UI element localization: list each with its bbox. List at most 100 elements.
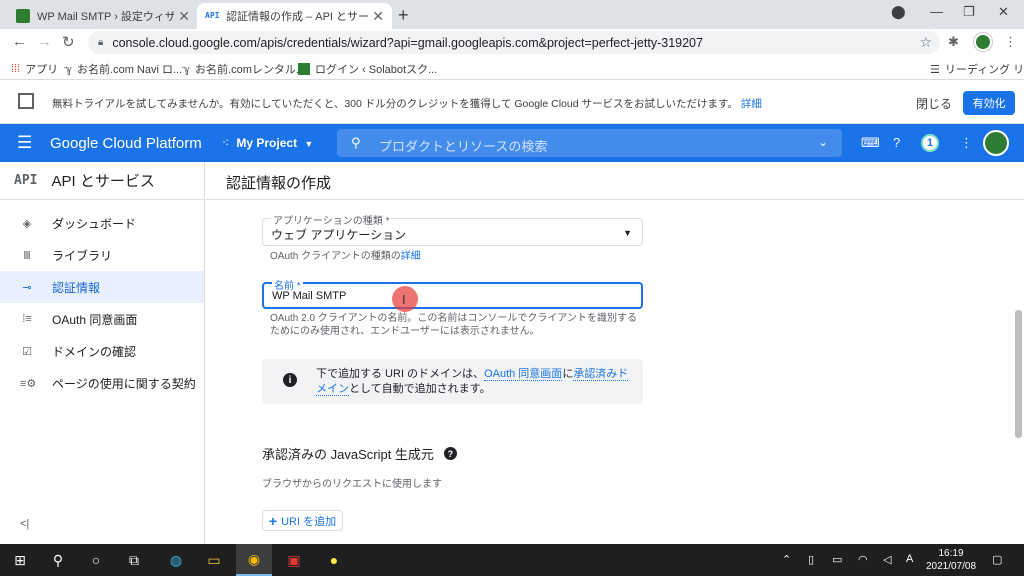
chevron-down-icon: ▼: [304, 139, 314, 149]
edge-icon[interactable]: ◍: [158, 544, 194, 576]
bookmark-onamae-navi[interactable]: ℽ お名前.com Navi ロ...: [64, 61, 182, 77]
battery-icon[interactable]: ▭: [832, 553, 842, 566]
js-origins-subtitle: ブラウザからのリクエストに使用します: [262, 479, 442, 490]
browser-tab-strip: WP Mail SMTP › 設定ウィザード ✕ API 認証情報の作成 – A…: [0, 0, 1024, 29]
more-options-icon[interactable]: ⋮: [960, 135, 973, 151]
help-icon[interactable]: ?: [893, 135, 900, 150]
add-uri-label: URI を追加: [281, 515, 337, 528]
new-tab-button[interactable]: +: [398, 5, 409, 26]
chrome-taskbar-icon[interactable]: ◉: [236, 544, 272, 576]
gcp-brand[interactable]: Google Cloud Platform: [50, 135, 202, 152]
api-favicon-icon: API: [205, 11, 220, 20]
banner-message: 無料トライアルを試してみませんか。有効にしていただくと、300 ドル分のクレジッ…: [52, 96, 762, 111]
application-type-details-link[interactable]: 詳細: [401, 251, 421, 262]
sidebar-item-label: ページの使用に関する契約: [52, 376, 196, 391]
taskbar-search-icon[interactable]: ⚲: [40, 544, 76, 576]
tray-device-icon[interactable]: ▯: [808, 553, 814, 566]
search-icon: ⚲: [351, 135, 361, 150]
sidebar-item-domain-verification[interactable]: ☑ ドメインの確認: [0, 335, 204, 367]
reading-list-icon: ☰: [930, 63, 940, 76]
volume-icon[interactable]: ◁: [883, 553, 891, 566]
url-text: console.cloud.google.com/apis/credential…: [112, 35, 703, 50]
yellow-app-icon[interactable]: ●: [316, 544, 352, 576]
system-clock[interactable]: 16:19 2021/07/08: [922, 547, 980, 573]
tab-wp-mail-smtp[interactable]: WP Mail SMTP › 設定ウィザード ✕: [8, 3, 198, 29]
clock-time: 16:19: [938, 548, 964, 559]
sidebar-header: API API とサービス: [0, 162, 205, 200]
bookmark-label: ログイン ‹ Solabotスク...: [315, 64, 438, 76]
app-taskbar-icon[interactable]: ▣: [276, 544, 312, 576]
sidebar-item-page-usage-agreements[interactable]: ≡⚙ ページの使用に関する契約: [0, 367, 204, 399]
banner-details-link[interactable]: 詳細: [741, 98, 762, 110]
help-icon[interactable]: ?: [443, 447, 457, 460]
reading-list[interactable]: ☰ リーディング リスト: [930, 61, 1024, 77]
collapse-sidebar-icon[interactable]: <|: [20, 518, 29, 530]
key-icon: ⊸: [22, 281, 32, 294]
page-scrollbar[interactable]: [1015, 310, 1022, 438]
task-view-icon[interactable]: ⧉: [116, 544, 152, 576]
search-expand-icon[interactable]: ⌄: [818, 135, 828, 149]
window-close-icon[interactable]: ✕: [998, 4, 1009, 20]
project-selector[interactable]: ⁖ My Project ▼: [222, 136, 313, 150]
sidebar-item-oauth-consent[interactable]: ⁞≡ OAuth 同意画面: [0, 303, 204, 335]
sidebar-item-label: ライブラリ: [52, 248, 113, 263]
restore-icon[interactable]: ❐: [963, 4, 975, 20]
tab-close-icon[interactable]: ✕: [372, 8, 384, 25]
sidebar-item-dashboard[interactable]: ◈ ダッシュボード: [0, 207, 204, 239]
extensions-icon[interactable]: ✱: [948, 34, 959, 50]
dropdown-arrow-icon: ▼: [623, 228, 632, 238]
bookmark-favicon-icon: [298, 63, 310, 75]
minimize-icon[interactable]: —: [930, 4, 943, 19]
hint-text: OAuth クライアントの種類の: [270, 251, 401, 262]
tray-expand-icon[interactable]: ⌃: [782, 553, 791, 566]
enable-trial-button[interactable]: 有効化: [963, 91, 1015, 115]
lock-icon: 🔒︎: [98, 37, 104, 48]
back-icon[interactable]: ←: [12, 33, 27, 50]
profile-menu-icon[interactable]: ⬤: [891, 4, 906, 20]
application-type-hint: OAuth クライアントの種類の詳細: [270, 250, 421, 263]
info-text: 下で追加する URI のドメインは、OAuth 同意画面に承認済みドメインとして…: [316, 367, 636, 397]
search-input[interactable]: ⚲ プロダクトとリソースの検索 ⌄: [337, 129, 842, 157]
tab-close-icon[interactable]: ✕: [178, 8, 190, 25]
hint-line: OAuth 2.0 クライアントの名前。この名前はコンソールでクライアントを識別…: [270, 313, 638, 324]
forward-icon[interactable]: →: [37, 33, 52, 50]
application-type-select[interactable]: アプリケーションの種類 * ウェブ アプリケーション ▼: [262, 212, 643, 246]
reload-icon[interactable]: ↻: [62, 33, 75, 51]
cortana-icon[interactable]: ○: [78, 544, 114, 576]
main-content: 認証情報の作成 アプリケーションの種類 * ウェブ アプリケーション ▼ OAu…: [206, 162, 1024, 544]
bookmark-onamae-rental[interactable]: ℽ お名前.comレンタル...: [182, 61, 305, 77]
tab-credentials[interactable]: API 認証情報の作成 – API とサービス – ✕: [197, 3, 392, 29]
chrome-menu-icon[interactable]: ⋮: [1004, 34, 1017, 50]
name-field[interactable]: 名前 * WP Mail SMTP: [262, 277, 643, 309]
address-bar-row: ← → ↻ 🔒︎ console.cloud.google.com/apis/c…: [0, 29, 1024, 56]
info-text-part: 下で追加する URI のドメインは、: [316, 368, 485, 380]
wifi-icon[interactable]: ◠: [858, 553, 868, 566]
oauth-consent-link[interactable]: OAuth 同意画面: [484, 368, 563, 381]
bookmark-apps[interactable]: ⁞⁞⁞ アプリ: [11, 61, 58, 77]
account-avatar[interactable]: [983, 130, 1009, 156]
favicon-icon: [16, 9, 30, 23]
bookmark-label: お名前.com Navi ロ...: [77, 64, 183, 76]
start-windows-icon[interactable]: ⊞: [2, 544, 38, 576]
address-bar[interactable]: 🔒︎ console.cloud.google.com/apis/credent…: [88, 31, 940, 54]
bookmark-solabot[interactable]: ログイン ‹ Solabotスク...: [298, 61, 437, 77]
cloud-shell-icon[interactable]: ⌨: [861, 135, 880, 151]
ime-indicator[interactable]: A: [906, 553, 913, 565]
plus-icon: +: [268, 512, 278, 529]
name-field-hint: OAuth 2.0 クライアントの名前。この名前はコンソールでクライアントを識別…: [270, 312, 637, 338]
sidebar-item-library[interactable]: Ⅲ ライブラリ: [0, 239, 204, 271]
sidebar-item-credentials[interactable]: ⊸ 認証情報: [0, 271, 204, 303]
page-title: 認証情報の作成: [226, 175, 332, 192]
bookmark-star-icon[interactable]: ☆: [919, 34, 932, 51]
notification-badge[interactable]: 1: [921, 134, 939, 152]
hamburger-menu-icon[interactable]: ☰: [17, 133, 32, 153]
dashboard-icon: ◈: [22, 217, 32, 230]
notifications-icon[interactable]: ▢: [992, 553, 1002, 566]
sidebar-item-label: ダッシュボード: [52, 216, 137, 231]
file-explorer-icon[interactable]: ▭: [196, 544, 232, 576]
clock-date: 2021/07/08: [925, 561, 977, 572]
banner-close-button[interactable]: 閉じる: [916, 95, 952, 112]
api-logo-icon: API: [14, 173, 38, 188]
profile-avatar[interactable]: [974, 33, 992, 51]
add-uri-button[interactable]: + URI を追加: [262, 510, 343, 531]
